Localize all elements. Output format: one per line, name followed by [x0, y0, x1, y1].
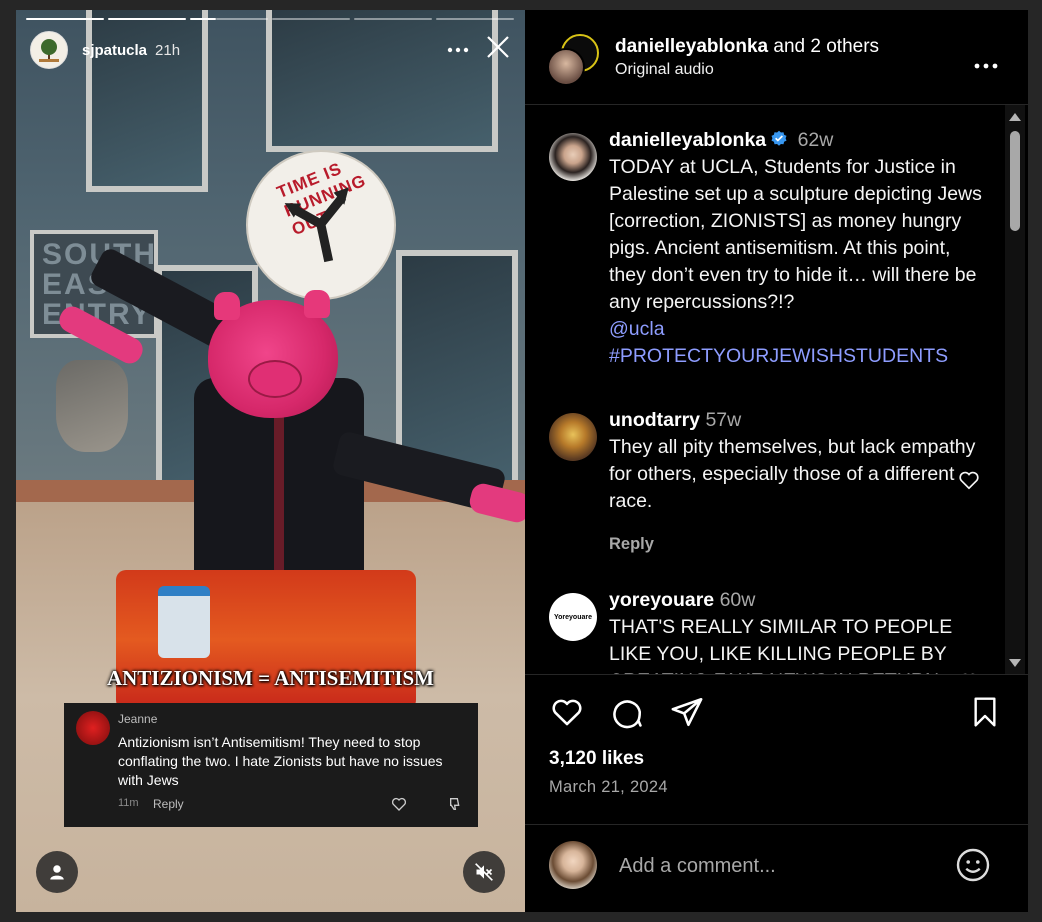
current-user-avatar	[549, 841, 597, 889]
dislike-icon	[448, 796, 464, 817]
story-overlay-caption: ANTIZIONISM = ANTISEMITISM	[106, 666, 435, 690]
add-comment-bar	[525, 824, 1028, 913]
pig-snout	[248, 360, 302, 398]
money-bag	[56, 360, 128, 452]
story-progress-segment	[272, 18, 350, 20]
commenter-name: Jeanne	[118, 712, 158, 726]
mention-link[interactable]: @ucla	[609, 316, 989, 343]
story-avatar[interactable]	[30, 31, 68, 69]
comment-username[interactable]: yoreyouare	[609, 589, 714, 611]
collab-avatar-user	[547, 48, 585, 86]
caption-time: 62w	[797, 129, 834, 151]
story-username[interactable]: sjpatucla	[82, 42, 147, 59]
hashtag-link[interactable]: #PROTECTYOURJEWISHSTUDENTS	[609, 343, 989, 370]
post-header: danielleyablonka and 2 others Original a…	[525, 10, 1028, 105]
comment-time: 60w	[719, 589, 756, 611]
caption-text: TODAY at UCLA, Students for Justice in P…	[609, 156, 982, 313]
story-media[interactable]: SOUTH EAST ENTRY TIME IS RUNNING OUT ANT…	[16, 10, 525, 912]
sculpture-tie	[274, 388, 284, 588]
scrollbar-thumb[interactable]	[1010, 131, 1020, 231]
emoji-smiley-icon[interactable]	[955, 847, 991, 888]
reply-comment-card: Jeanne Antizionism isn’t Antisemitism! T…	[64, 703, 478, 827]
audio-label[interactable]: Original audio	[615, 61, 714, 79]
story-progress-segment	[26, 18, 104, 20]
commenter-avatar[interactable]	[549, 413, 597, 461]
author-avatar[interactable]	[549, 133, 597, 181]
person-icon	[50, 865, 64, 880]
comment-body: unodtarry 57w They all pity themselves, …	[609, 407, 989, 515]
comments-scrollbar[interactable]	[1005, 105, 1025, 675]
comments-list[interactable]: danielleyablonka 62w TODAY at UCLA, Stud…	[525, 105, 1005, 675]
like-count[interactable]: 3,120 likes	[549, 748, 644, 770]
scroll-up-arrow-icon[interactable]	[1009, 113, 1021, 121]
post-actions: 3,120 likes March 21, 2024	[525, 674, 1028, 825]
post-panel: danielleyablonka and 2 others Original a…	[525, 10, 1028, 912]
add-comment-input[interactable]	[617, 843, 941, 889]
scroll-down-arrow-icon[interactable]	[1009, 659, 1021, 667]
reply-button[interactable]: Reply	[609, 535, 654, 554]
story-progress-segment	[436, 18, 514, 20]
speaker-muted-icon	[475, 863, 493, 881]
story-progress-segment	[354, 18, 432, 20]
post-header-authors[interactable]: danielleyablonka and 2 others	[615, 36, 879, 58]
cup	[158, 586, 210, 658]
post-date: March 21, 2024	[549, 778, 668, 796]
post-modal: SOUTH EAST ENTRY TIME IS RUNNING OUT ANT…	[16, 10, 1028, 912]
verified-badge-icon	[771, 130, 787, 146]
save-bookmark-icon[interactable]	[969, 695, 1001, 734]
reply-card-text: Antizionism isn’t Antisemitism! They nee…	[118, 734, 443, 788]
comment-text: They all pity themselves, but lack empat…	[609, 436, 976, 512]
story-progress-segment	[108, 18, 186, 20]
more-options-icon[interactable]	[974, 56, 998, 74]
comment-body: yoreyouare 60w THAT'S REALLY SIMILAR TO …	[609, 587, 989, 675]
pig-head	[208, 290, 338, 418]
commenter-avatar-text: Yoreyouare	[554, 613, 592, 621]
commenter-avatar	[76, 711, 110, 745]
like-heart-icon[interactable]	[549, 695, 585, 734]
pig-ear	[304, 290, 330, 318]
mute-button[interactable]	[463, 851, 505, 893]
reply-card-time: 11m	[118, 797, 139, 809]
clock-arrows-icon	[284, 187, 349, 263]
story-progress-segment	[216, 18, 268, 20]
story-more-icon[interactable]	[447, 40, 469, 58]
story-time: 21h	[155, 41, 181, 59]
story-close-icon[interactable]	[485, 34, 511, 65]
post-author-others[interactable]: and 2 others	[768, 36, 879, 57]
tree-logo-icon	[39, 39, 59, 62]
share-paper-plane-icon[interactable]	[669, 695, 705, 734]
story-progress-segment	[190, 18, 216, 20]
like-comment-heart-icon[interactable]	[957, 469, 981, 496]
comment-bubble-icon[interactable]	[609, 695, 645, 734]
heart-outline-icon	[391, 796, 407, 817]
reply-card-reply: Reply	[153, 797, 184, 811]
post-author-username[interactable]: danielleyablonka	[615, 36, 768, 57]
story-header: sjpatucla 21h	[30, 31, 511, 69]
comment-time: 57w	[705, 409, 742, 431]
pig-ear	[214, 292, 240, 320]
comment-username[interactable]: unodtarry	[609, 409, 700, 431]
collab-avatars[interactable]	[547, 34, 599, 86]
caption-username[interactable]: danielleyablonka	[609, 129, 766, 151]
comment-text: THAT'S REALLY SIMILAR TO PEOPLE LIKE YOU…	[609, 616, 953, 675]
user-profile-button[interactable]	[36, 851, 78, 893]
caption-body: danielleyablonka 62w TODAY at UCLA, Stud…	[609, 127, 989, 370]
commenter-avatar[interactable]: Yoreyouare	[549, 593, 597, 641]
